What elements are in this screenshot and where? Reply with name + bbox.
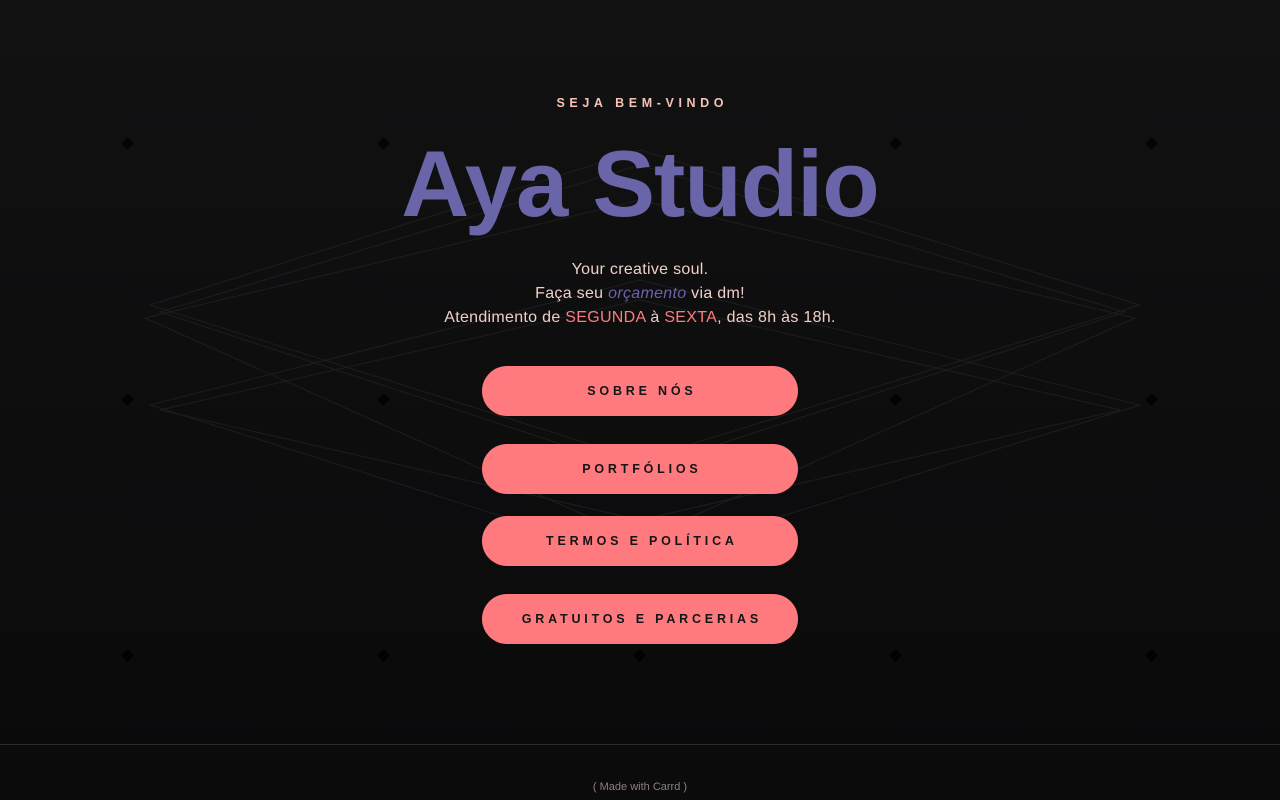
site-title: Aya Studio [401,131,879,236]
tagline: Your creative soul. Faça seu orçamento v… [0,258,1280,330]
tagline-line-2-post: via dm! [686,285,745,302]
budget-emphasis: orçamento [608,285,687,302]
tagline-line-3-pre: Atendimento de [444,309,566,326]
tagline-line-3-post: , das 8h às 18h. [717,309,836,326]
free-partnerships-button[interactable]: GRATUITOS E PARCERIAS [482,594,798,644]
terms-policy-button[interactable]: TERMOS E POLÍTICA [482,516,798,566]
tagline-line-2-pre: Faça seu [535,285,609,302]
tagline-line-2: Faça seu orçamento via dm! [0,282,1280,306]
portfolios-button[interactable]: PORTFÓLIOS [482,444,798,494]
day-friday: SEXTA [664,309,718,326]
tagline-line-1: Your creative soul. [571,261,709,278]
made-with-carrd-link[interactable]: ( Made with Carrd ) [0,781,1280,793]
tagline-line-3: Atendimento de SEGUNDA à SEXTA, das 8h à… [0,306,1280,330]
about-us-button[interactable]: SOBRE NÓS [482,366,798,416]
tagline-line-3-mid: à [645,309,665,326]
day-monday: SEGUNDA [565,309,646,326]
welcome-eyebrow: SEJA BEM-VINDO [556,96,729,110]
footer-divider [0,744,1280,745]
hero-section: SEJA BEM-VINDO Aya Studio Your creative … [0,0,1280,744]
